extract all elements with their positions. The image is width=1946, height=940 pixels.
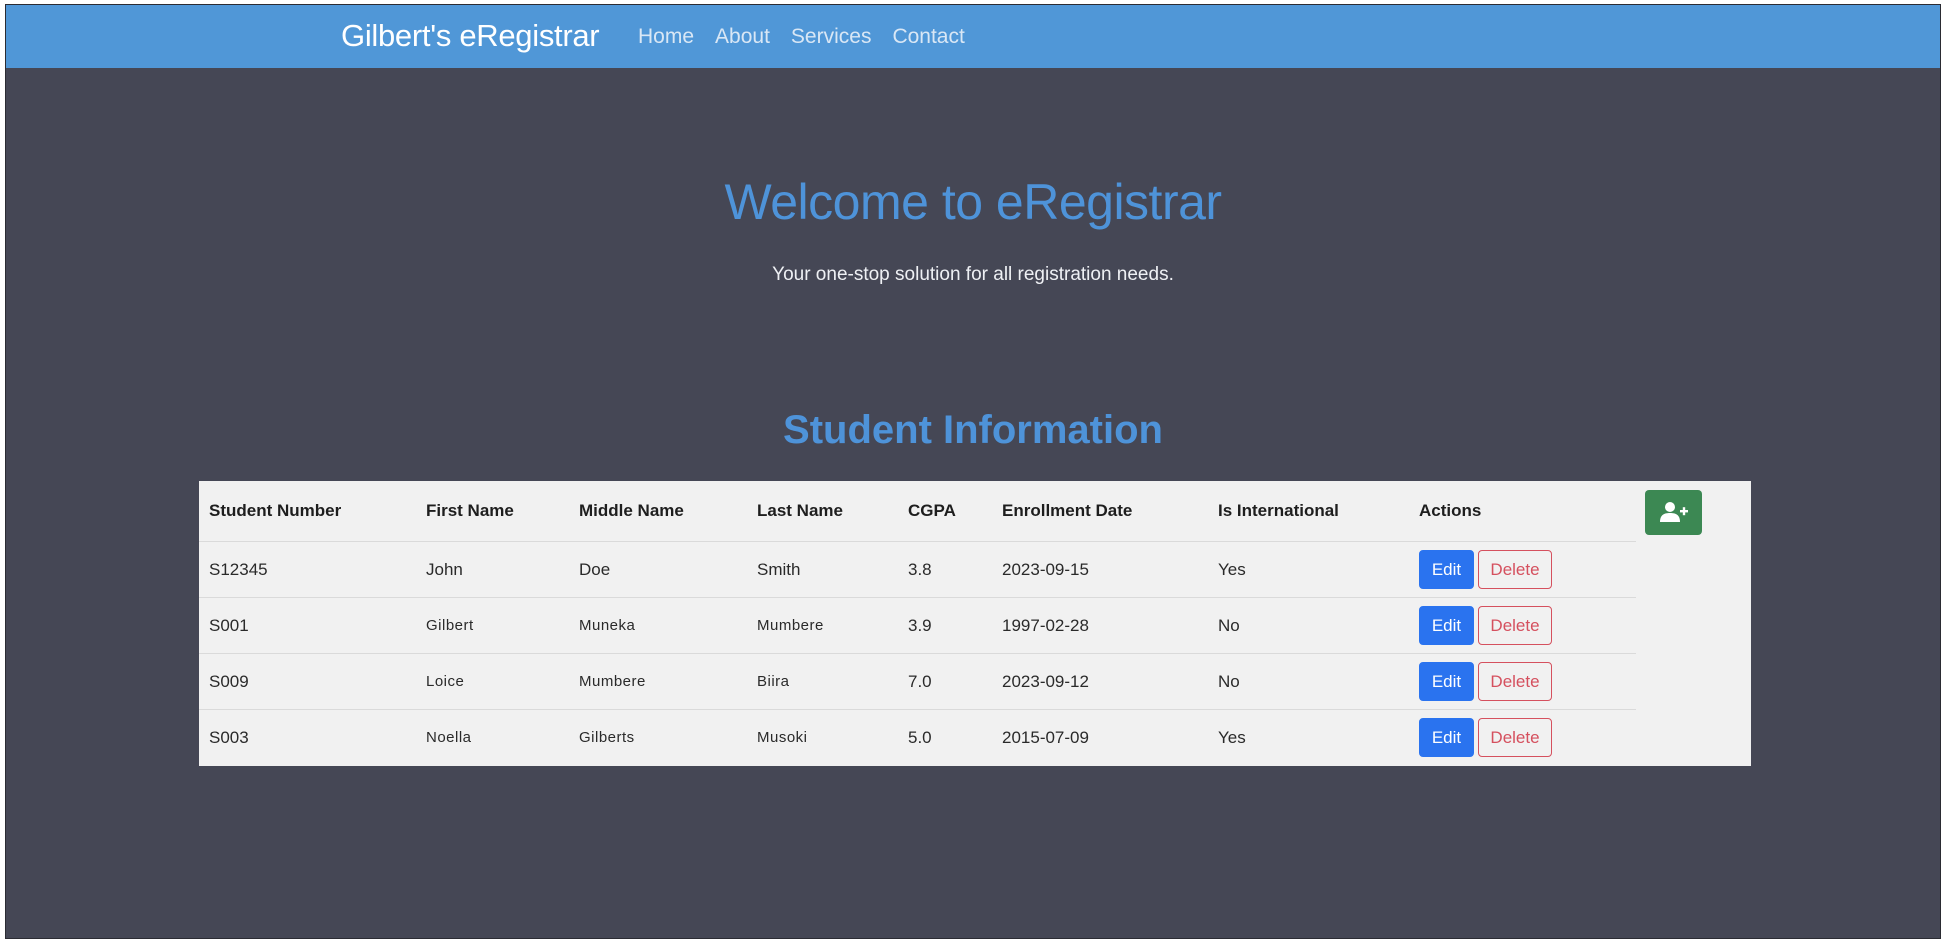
table-row: S009 Loice Mumbere Biira 7.0 2023-09-12 … xyxy=(199,653,1636,710)
nav-link-contact[interactable]: Contact xyxy=(892,22,964,52)
middle-name-cell: Gilberts xyxy=(579,729,635,746)
first-name-cell: Loice xyxy=(416,653,569,710)
column-header: Student Number xyxy=(199,481,416,542)
actions-cell: Edit Delete xyxy=(1409,541,1636,598)
add-student-button[interactable] xyxy=(1645,490,1702,535)
first-name-cell: John xyxy=(416,541,569,598)
cgpa-cell: 3.8 xyxy=(898,541,992,598)
middle-name-cell: Muneka xyxy=(569,597,747,654)
edit-button[interactable]: Edit xyxy=(1419,606,1474,645)
student-number-cell: S003 xyxy=(209,727,249,747)
column-header: First Name xyxy=(416,481,569,542)
column-header: Enrollment Date xyxy=(992,481,1208,542)
hero-title: Welcome to eRegistrar xyxy=(724,174,1222,230)
nav-link-home[interactable]: Home xyxy=(638,22,694,52)
enrollment-date-cell: 2023-09-15 xyxy=(992,541,1208,598)
brand-logo[interactable]: Gilbert's eRegistrar xyxy=(341,17,600,55)
nav-links: Home About Services Contact xyxy=(638,22,986,52)
app-frame: Gilbert's eRegistrar Home About Services… xyxy=(5,4,1941,939)
last-name-cell: Biira xyxy=(747,653,898,710)
enrollment-date-cell: 2023-09-12 xyxy=(992,653,1208,710)
middle-name-cell: Doe xyxy=(569,541,747,598)
nav-link-services[interactable]: Services xyxy=(791,22,872,52)
table-row: S001 Gilbert Muneka Mumbere 3.9 1997-02-… xyxy=(199,597,1636,654)
edit-button[interactable]: Edit xyxy=(1419,718,1474,757)
delete-button[interactable]: Delete xyxy=(1478,662,1552,701)
column-header: Actions xyxy=(1409,481,1636,542)
column-header: CGPA xyxy=(898,481,992,542)
actions-cell: Edit Delete xyxy=(1409,710,1636,766)
last-name-cell: Smith xyxy=(747,541,898,598)
enrollment-date-cell: 2015-07-09 xyxy=(1002,727,1089,747)
student-number-cell: S12345 xyxy=(199,541,416,598)
international-cell: Yes xyxy=(1208,541,1409,598)
table-header-row: Student Number First Name Middle Name La… xyxy=(199,481,1636,542)
edit-button[interactable]: Edit xyxy=(1419,550,1474,589)
enrollment-date-cell: 1997-02-28 xyxy=(992,597,1208,654)
delete-button[interactable]: Delete xyxy=(1478,718,1552,757)
student-number-cell: S001 xyxy=(199,597,416,654)
students-table: Student Number First Name Middle Name La… xyxy=(199,481,1636,765)
student-number-cell: S009 xyxy=(199,653,416,710)
section-title: Student Information xyxy=(783,408,1163,452)
international-cell: No xyxy=(1208,597,1409,654)
actions-cell: Edit Delete xyxy=(1409,653,1636,710)
international-cell: No xyxy=(1208,653,1409,710)
first-name-cell: Gilbert xyxy=(416,597,569,654)
table-row: S12345 John Doe Smith 3.8 2023-09-15 Yes… xyxy=(199,541,1636,598)
first-name-cell: Noella xyxy=(426,729,472,746)
delete-button[interactable]: Delete xyxy=(1478,550,1552,589)
edit-button[interactable]: Edit xyxy=(1419,662,1474,701)
last-name-cell: Musoki xyxy=(757,729,808,746)
column-header: Is International xyxy=(1208,481,1409,542)
delete-button[interactable]: Delete xyxy=(1478,606,1552,645)
actions-cell: Edit Delete xyxy=(1409,597,1636,654)
user-plus-icon xyxy=(1660,502,1688,522)
navbar: Gilbert's eRegistrar Home About Services… xyxy=(6,5,1940,68)
column-header: Last Name xyxy=(747,481,898,542)
cgpa-cell: 3.9 xyxy=(898,597,992,654)
nav-link-about[interactable]: About xyxy=(715,22,770,52)
column-header: Middle Name xyxy=(569,481,747,542)
international-cell: Yes xyxy=(1218,727,1246,747)
cgpa-cell: 5.0 xyxy=(908,727,932,747)
table-row: S003 Noella Gilberts Musoki 5.0 2015-07-… xyxy=(199,710,1636,766)
middle-name-cell: Mumbere xyxy=(569,653,747,710)
hero-subtitle: Your one-stop solution for all registrat… xyxy=(772,264,1174,285)
last-name-cell: Mumbere xyxy=(747,597,898,654)
cgpa-cell: 7.0 xyxy=(898,653,992,710)
students-table-container: Student Number First Name Middle Name La… xyxy=(199,481,1751,766)
